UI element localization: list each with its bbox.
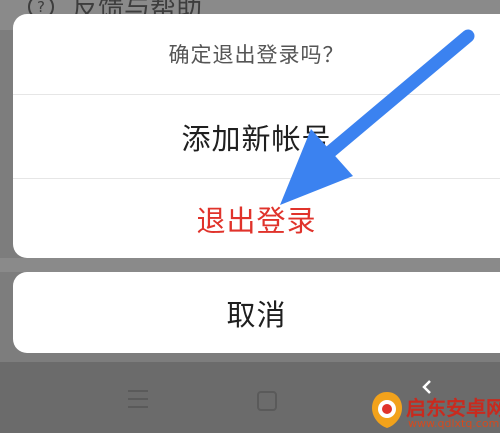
watermark-logo-icon bbox=[372, 392, 402, 428]
watermark-url: www.qdlxtq.com bbox=[408, 417, 500, 430]
watermark: 启东安卓网 www.qdlxtq.com bbox=[370, 390, 500, 433]
arrow-pointer-icon bbox=[280, 29, 475, 205]
